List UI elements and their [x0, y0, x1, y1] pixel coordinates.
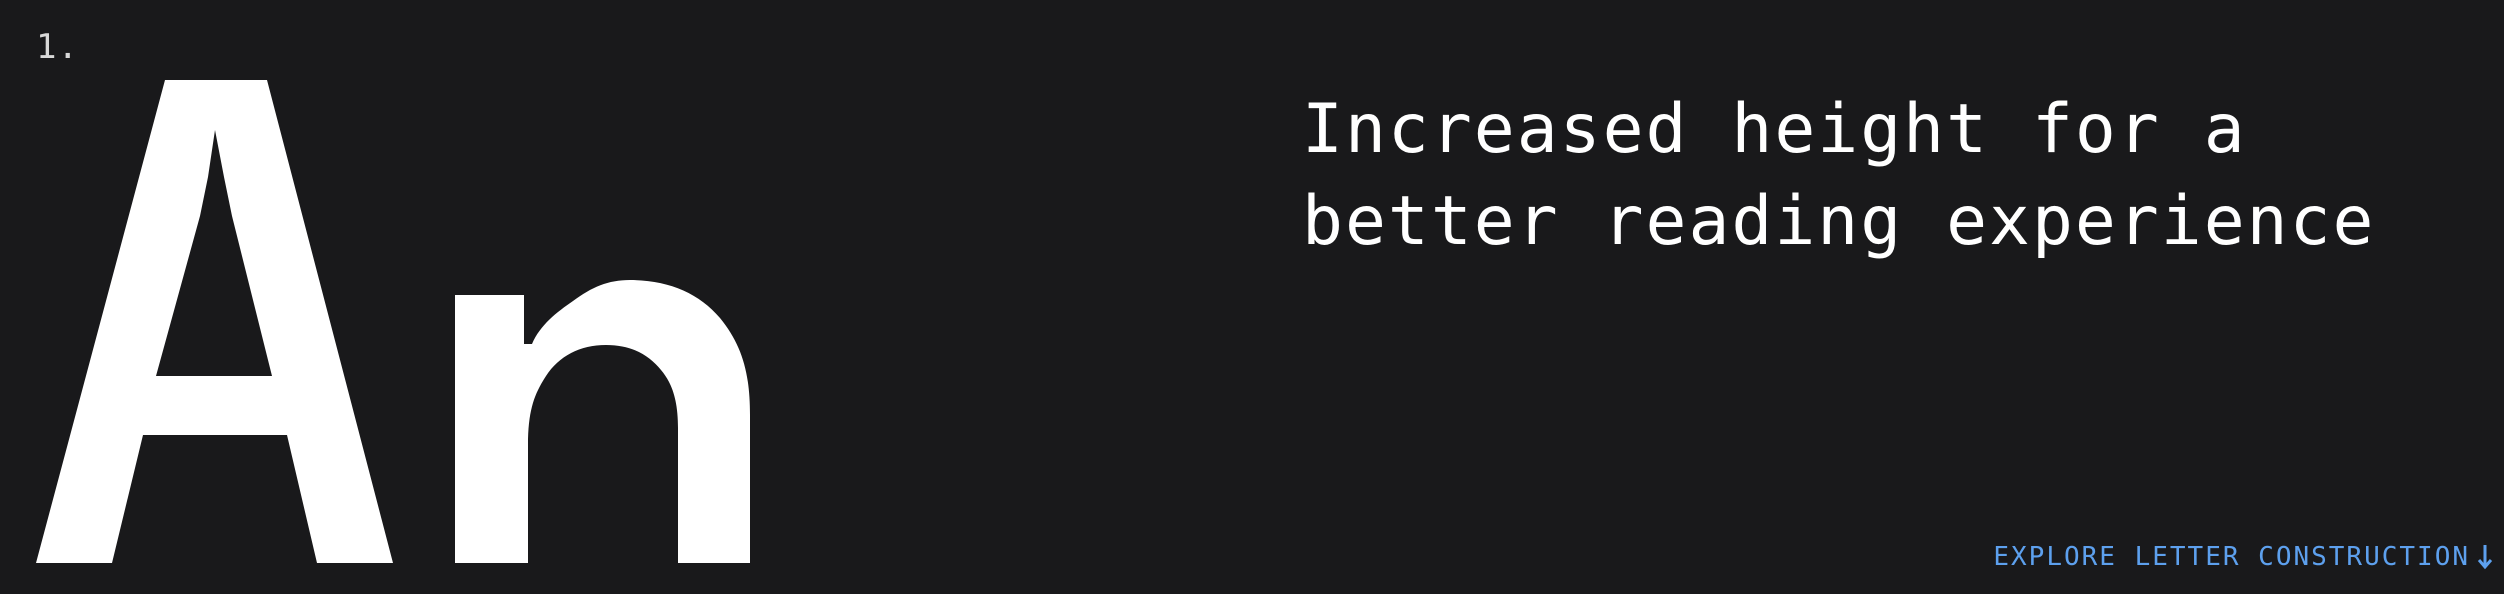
arrow-down-icon	[2476, 543, 2494, 571]
explore-link-label: EXPLORE LETTER CONSTRUCTION	[1993, 542, 2470, 572]
glyph-specimen	[20, 55, 800, 585]
headline-line-2: better reading experience	[1302, 182, 2376, 261]
glyph-a	[36, 80, 393, 563]
headline-line-1: Increased height for a	[1302, 90, 2247, 169]
headline: Increased height for a better reading ex…	[1302, 84, 2462, 268]
explore-letter-construction-link[interactable]: EXPLORE LETTER CONSTRUCTION	[1993, 542, 2494, 572]
glyph-n	[455, 280, 750, 563]
